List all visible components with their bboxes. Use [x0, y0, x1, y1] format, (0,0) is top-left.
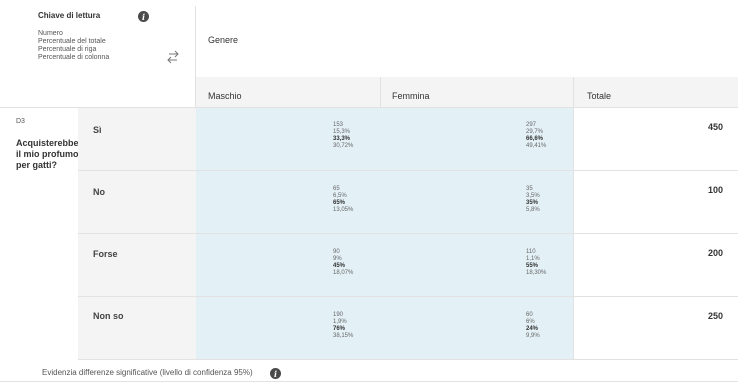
cell-column-percent: 5,8% — [526, 207, 540, 213]
cell-column-percent: 49,41% — [526, 143, 547, 149]
cell-total-percent: 6,5% — [333, 193, 347, 199]
cell-yes-total: 450 — [707, 122, 723, 132]
legend-item-number: Numero — [38, 30, 63, 37]
cell-row-percent: 33,3% — [333, 136, 351, 142]
cell-no-total: 100 — [707, 185, 723, 195]
cell-row-percent: 35% — [526, 200, 539, 206]
footer-line — [0, 381, 738, 382]
cell-maybe-total: 200 — [707, 248, 723, 258]
cell-row-percent: 76% — [333, 326, 346, 332]
cell-row-percent: 55% — [526, 263, 539, 269]
cell-count: 90 — [333, 249, 340, 255]
cell-count: 153 — [333, 122, 344, 128]
cell-row-percent: 24% — [526, 326, 539, 332]
row-label-cell — [78, 297, 196, 359]
cell-dont-know-male: 190 1,9% 76% 38,15% — [333, 312, 353, 340]
reading-key-title: Chiave di lettura — [38, 11, 101, 20]
cell-row-percent: 45% — [333, 263, 346, 269]
significance-info-icon[interactable]: i — [270, 368, 281, 379]
column-divider — [573, 108, 574, 359]
row-label-dont-know: Non so — [93, 311, 124, 321]
cell-total-percent: 6% — [526, 319, 535, 325]
cell-yes-male: 153 15,3% 33,3% 30,72% — [333, 122, 353, 150]
row-label-cell — [78, 171, 196, 233]
column-header-row — [196, 77, 738, 107]
cell-count: 110 — [526, 249, 536, 255]
cell-column-percent: 13,05% — [333, 207, 354, 213]
cell-no-female: 35 3,5% 35% 5,8% — [526, 186, 540, 214]
cell-column-percent: 30,72% — [333, 143, 354, 149]
cell-count: 35 — [526, 186, 533, 192]
cell-column-percent: 18,07% — [333, 270, 354, 276]
cell-total-percent: 29,7% — [526, 129, 544, 135]
cell-dont-know-total: 250 — [707, 311, 723, 321]
cell-count: 65 — [333, 186, 340, 192]
row-label-no: No — [93, 187, 105, 197]
cell-yes-female: 297 29,7% 66,6% 49,41% — [526, 122, 546, 150]
row-label-maybe: Forse — [93, 249, 118, 259]
column-divider — [380, 77, 381, 107]
cell-maybe-female: 110 1,1% 55% 18,30% — [526, 249, 546, 277]
info-icon[interactable]: i — [138, 11, 149, 22]
column-header-female[interactable]: Femmina — [392, 91, 430, 101]
column-divider — [573, 77, 574, 107]
row-label-yes: Sì — [93, 125, 102, 135]
swap-axes-icon[interactable] — [165, 50, 181, 64]
cell-total-percent: 1,9% — [333, 319, 347, 325]
cell-row-percent: 66,6% — [526, 136, 544, 142]
cell-maybe-male: 90 9% 45% 18,07% — [333, 249, 353, 277]
question-code: D3 — [16, 118, 25, 125]
cell-column-percent: 9,9% — [526, 333, 540, 339]
cell-total-percent: 3,5% — [526, 193, 540, 199]
cell-total-percent: 1,1% — [526, 256, 540, 262]
row-label-cell — [78, 234, 196, 296]
legend-item-row-percent: Percentuale di riga — [38, 46, 97, 53]
cell-total-percent: 15,3% — [333, 129, 351, 135]
cell-total-percent: 9% — [333, 256, 342, 262]
cell-count: 297 — [526, 122, 537, 128]
legend-item-total-percent: Percentuale del totale — [38, 38, 106, 45]
cell-no-male: 65 6,5% 65% 13,05% — [333, 186, 353, 214]
legend-item-column-percent: Percentuale di colonna — [38, 54, 110, 61]
table-bottom-line — [78, 359, 738, 360]
cell-dont-know-female: 60 6% 24% 9,9% — [526, 312, 540, 340]
group-header-gender: Genere — [208, 35, 239, 45]
cell-count: 190 — [333, 312, 344, 318]
cell-column-percent: 18,30% — [526, 270, 547, 276]
cell-row-percent: 65% — [333, 200, 346, 206]
cell-count: 60 — [526, 312, 533, 318]
row-label-cell — [78, 108, 196, 170]
question-text: Acquisterebbe il mio profumo per gatti? — [16, 138, 79, 170]
cell-column-percent: 38,15% — [333, 333, 354, 339]
column-header-total[interactable]: Totale — [587, 91, 611, 101]
significance-note: Evidenzia differenze significative (live… — [42, 368, 253, 377]
column-header-male[interactable]: Maschio — [208, 91, 242, 101]
